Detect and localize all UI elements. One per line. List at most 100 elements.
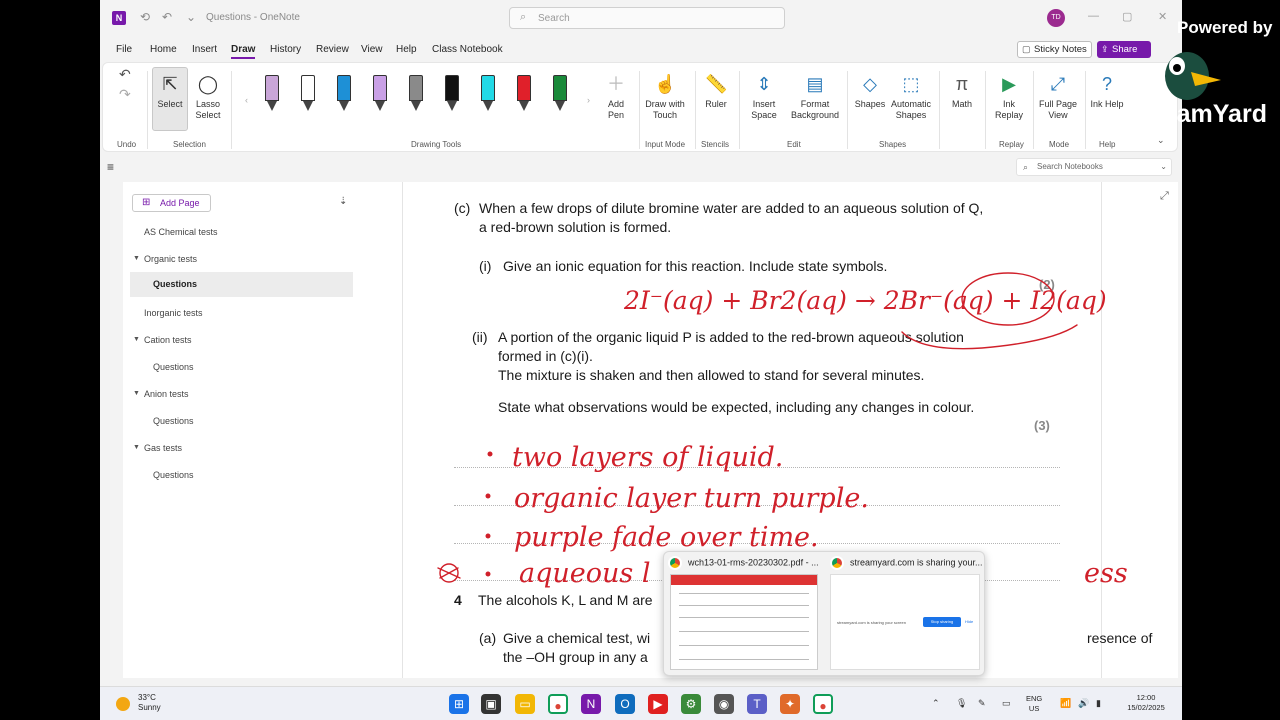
pdf-thumbnail[interactable]: [670, 574, 818, 670]
math-button[interactable]: π Math: [945, 73, 979, 110]
display-icon[interactable]: ▭: [1002, 698, 1011, 709]
teams-icon[interactable]: T: [747, 694, 767, 714]
lasso-select-tool[interactable]: ◯ Lasso Select: [191, 73, 225, 121]
pens-scroll-right-icon[interactable]: ›: [587, 95, 590, 105]
pen-swatch[interactable]: [373, 75, 387, 115]
search-notebooks-box[interactable]: ⌕ Search Notebooks ⌄: [1016, 158, 1172, 176]
ruler-button[interactable]: 📏 Ruler: [699, 73, 733, 110]
page-item[interactable]: Gas tests: [144, 443, 182, 453]
microphone-icon[interactable]: 🎙: [956, 698, 967, 709]
clock[interactable]: 12:00 15/02/2025: [1118, 693, 1174, 713]
file-explorer-icon[interactable]: ▭: [515, 694, 535, 714]
pen-icon[interactable]: ✎: [978, 698, 986, 709]
youtube-icon[interactable]: ▶: [648, 694, 668, 714]
pen-swatch[interactable]: [553, 75, 567, 115]
task-view-icon[interactable]: ▣: [481, 694, 501, 714]
pen-swatch[interactable]: [265, 75, 279, 115]
full-page-view-button[interactable]: ⤢ Full Page View: [1037, 73, 1079, 121]
onenote-icon[interactable]: N: [581, 694, 601, 714]
chevron-down-icon[interactable]: ▼: [133, 444, 140, 451]
sort-icon[interactable]: ⇣: [339, 196, 347, 207]
page-item[interactable]: AS Chemical tests: [144, 227, 218, 237]
pen-swatch[interactable]: [445, 75, 459, 115]
sticky-notes-button[interactable]: Sticky Notes: [1017, 41, 1092, 58]
automatic-shapes-button[interactable]: ⬚ Automatic Shapes: [889, 73, 933, 121]
sun-icon[interactable]: [116, 697, 130, 711]
preview-tab-pdf[interactable]: wch13-01-rms-20230302.pdf - ...: [668, 556, 819, 570]
tab-home[interactable]: Home: [150, 44, 177, 55]
quick-access-icon[interactable]: ⌄: [186, 10, 196, 24]
undo-icon[interactable]: ↶: [162, 10, 172, 24]
tab-history[interactable]: History: [270, 44, 301, 55]
streamyard-thumbnail[interactable]: streamyard.com is sharing your screen St…: [830, 574, 980, 670]
volume-icon[interactable]: 🔊: [1078, 698, 1089, 709]
chrome-icon[interactable]: ●: [813, 694, 833, 714]
undo-icon[interactable]: ↶: [119, 67, 131, 81]
tool-icon[interactable]: ⚙: [681, 694, 701, 714]
collapse-ribbon-icon[interactable]: ⌄: [1157, 135, 1165, 146]
weather-widget[interactable]: 33°C Sunny: [138, 693, 161, 713]
battery-icon[interactable]: ▮: [1096, 698, 1101, 709]
share-button[interactable]: Share: [1097, 41, 1151, 58]
page-item[interactable]: Questions: [153, 362, 194, 372]
minimize-icon[interactable]: —: [1088, 10, 1099, 22]
pens-scroll-left-icon[interactable]: ‹: [245, 95, 248, 105]
add-pen-button[interactable]: ＋ Add Pen: [599, 73, 633, 121]
pen-swatch[interactable]: [301, 75, 315, 115]
search-box[interactable]: ⌕ Search: [509, 7, 785, 29]
redo-icon[interactable]: ↷: [119, 87, 131, 101]
replay-icon: ▶: [1002, 74, 1016, 94]
ink-replay-button[interactable]: ▶ Ink Replay: [991, 73, 1027, 121]
hamburger-icon[interactable]: ≡: [107, 160, 114, 174]
chrome-icon: [668, 556, 682, 570]
chevron-down-icon[interactable]: ▼: [133, 390, 140, 397]
ink-help-button[interactable]: ? Ink Help: [1089, 73, 1125, 110]
pen-body: [301, 75, 315, 101]
hide-button[interactable]: Hide: [965, 617, 973, 627]
page-item[interactable]: Anion tests: [144, 389, 189, 399]
preview-tab-streamyard[interactable]: streamyard.com is sharing your...: [830, 556, 983, 570]
tab-file[interactable]: File: [116, 44, 132, 55]
notebook-bar: ≡ ⌕ Search Notebooks ⌄: [100, 154, 1182, 180]
plus-icon: ＋: [607, 74, 625, 94]
pen-swatch[interactable]: [337, 75, 351, 115]
draw-with-touch-button[interactable]: ☝ Draw with Touch: [641, 73, 689, 121]
tab-help[interactable]: Help: [396, 44, 417, 55]
page-item[interactable]: Questions: [153, 470, 194, 480]
page-item-selected[interactable]: Questions: [130, 272, 353, 297]
tab-view[interactable]: View: [361, 44, 383, 55]
pen-swatch[interactable]: [409, 75, 423, 115]
chevron-down-icon[interactable]: ▼: [133, 336, 140, 343]
chrome-icon[interactable]: ●: [548, 694, 568, 714]
tab-insert[interactable]: Insert: [192, 44, 217, 55]
page-item[interactable]: Organic tests: [144, 254, 197, 264]
camera-icon[interactable]: ◉: [714, 694, 734, 714]
page-item[interactable]: Inorganic tests: [144, 308, 203, 318]
outlook-icon[interactable]: O: [615, 694, 635, 714]
maximize-icon[interactable]: ▢: [1122, 10, 1132, 23]
pen-swatch[interactable]: [517, 75, 531, 115]
stop-sharing-button[interactable]: Stop sharing: [923, 617, 961, 627]
select-tool[interactable]: ⇱ Select: [152, 73, 188, 110]
start-icon[interactable]: ⊞: [449, 694, 469, 714]
chevron-up-icon[interactable]: ⌃: [932, 698, 940, 709]
add-page-button[interactable]: Add Page: [132, 194, 211, 212]
tab-draw[interactable]: Draw: [231, 44, 256, 59]
page-item[interactable]: Questions: [153, 416, 194, 426]
insert-space-button[interactable]: ⇕ Insert Space: [745, 73, 783, 121]
app-icon[interactable]: ✦: [780, 694, 800, 714]
tab-class-notebook[interactable]: Class Notebook: [432, 44, 503, 55]
chevron-down-icon[interactable]: ▼: [133, 255, 140, 262]
avatar[interactable]: TD: [1047, 9, 1065, 27]
page-list: Add Page ⇣ AS Chemical tests ▼ Organic t…: [123, 182, 362, 678]
wifi-icon[interactable]: 📶: [1060, 698, 1071, 709]
tab-review[interactable]: Review: [316, 44, 349, 55]
language-indicator[interactable]: ENG US: [1026, 694, 1042, 714]
close-icon[interactable]: ✕: [1158, 10, 1167, 23]
pen-body: [409, 75, 423, 101]
back-icon[interactable]: ⟲: [140, 10, 150, 24]
format-background-button[interactable]: ▤ Format Background: [787, 73, 843, 121]
shapes-button[interactable]: ◇ Shapes: [853, 73, 887, 110]
pen-swatch[interactable]: [481, 75, 495, 115]
page-item[interactable]: Cation tests: [144, 335, 192, 345]
